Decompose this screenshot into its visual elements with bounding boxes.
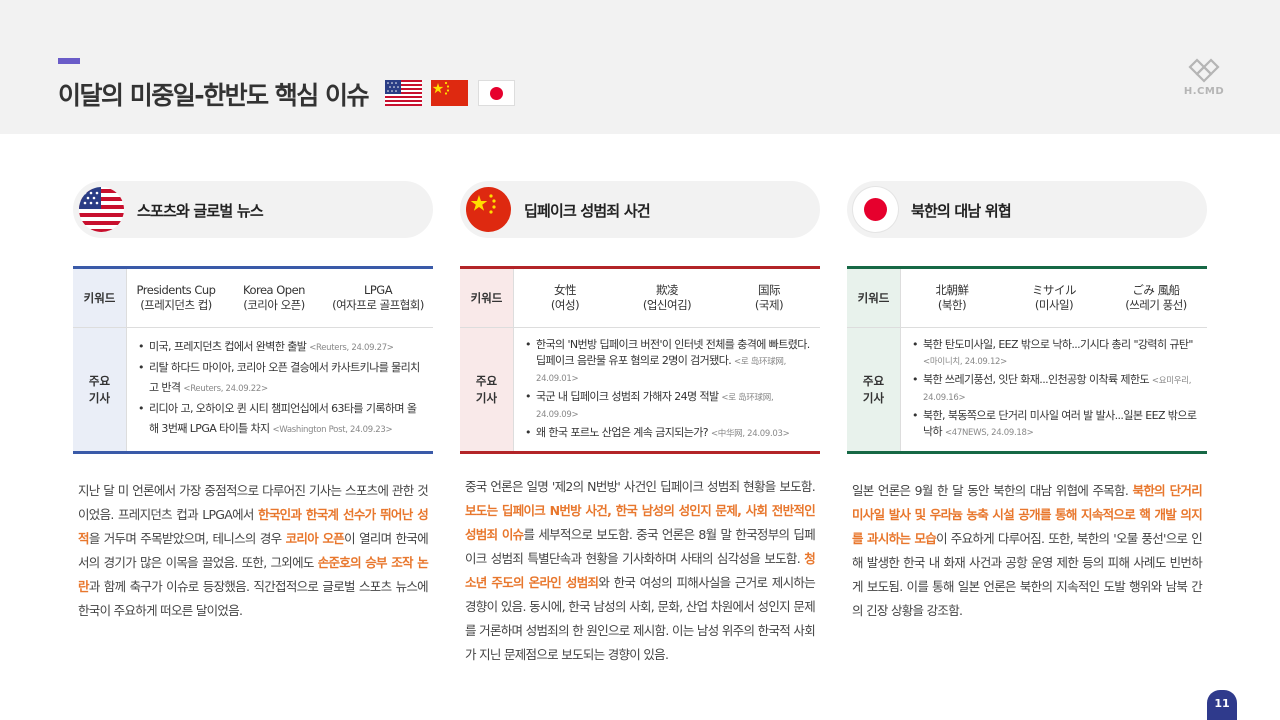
keyword-article-table: 키워드 女性(여성) 欺凌(업신여김) 国际(국제) 주요 기사 한국의 'N번… [460,266,820,454]
keyword-cell: ミサイル (미사일) [1032,283,1077,312]
keyword-cell: 国际 (국제) [754,283,784,312]
column-us: 스포츠와 글로벌 뉴스 키워드 Presidents Cup (프레지던츠 컵) … [73,181,433,618]
us-flag-icon [79,187,124,232]
keyword-cell: 北朝鮮 (북한) [935,283,970,312]
keyword-cell: ごみ 風船 (쓰레기 풍선) [1125,283,1187,312]
keyword-cell: 女性 (여성) [550,283,580,312]
article-item: 국군 내 딥페이크 성범죄 가해자 24명 적발 <로 岛环球网, 24.09.… [525,389,810,423]
column-header-pill: 스포츠와 글로벌 뉴스 [73,181,433,238]
article-item: 한국의 'N번방 딥페이크 버전'이 인터넷 전체를 충격에 빠트렸다. 딥페이… [525,337,810,387]
articles-row: 주요 기사 한국의 'N번방 딥페이크 버전'이 인터넷 전체를 충격에 빠트렸… [460,328,820,451]
summary-text: 일본 언론은 9월 한 달 동안 북한의 대남 위협에 주목함. 북한의 단거리… [852,483,1203,618]
page-title: 이달의 미중일-한반도 핵심 이슈 [58,81,370,110]
articles-label: 주요 기사 [73,328,126,451]
keyword-row: 키워드 Presidents Cup (프레지던츠 컵) Korea Open (코… [73,269,433,328]
china-flag-icon [431,80,468,106]
summary-text: 지난 달 미 언론에서 가장 중점적으로 다루어진 기사는 스포츠에 관한 것이… [78,483,429,618]
article-item: 리디아 고, 오하이오 퀸 시티 챔피언십에서 63타를 기록하며 올해 3번째… [138,399,423,440]
keyword-cell: Korea Open (코리아 오픈) [243,283,305,312]
keyword-article-table: 키워드 Presidents Cup (프레지던츠 컵) Korea Open (코… [73,266,433,454]
articles-row: 주요 기사 미국, 프레지던츠 컵에서 완벽한 출발 <Reuters, 24.… [73,328,433,451]
summary-text: 중국 언론은 일명 '제2의 N번방' 사건인 딥페이크 성범죄 현황을 보도함… [465,479,816,662]
keyword-row: 키워드 女性 (여성) 欺凌 (업신여김) 国际 (국제) [460,269,820,328]
column-header-pill: 딥페이크 성범죄 사건 [460,181,820,238]
japan-flag-icon [853,187,898,232]
article-item: 북한 탄도미사일, EEZ 밖으로 낙하...기시다 총리 "강력히 규탄" <… [912,337,1197,370]
keyword-article-table: 키워드 北朝鮮 (북한) ミサイル (미사일) ごみ 風船 (쓰레기 풍선) 주요 기… [847,266,1207,454]
article-item: 리탈 하다드 마이아, 코리아 오픈 결승에서 카사트키나를 물리치고 반격 <… [138,358,423,399]
logo-text: H.CMD [1183,86,1225,97]
column-title: 스포츠와 글로벌 뉴스 [137,202,264,220]
articles-row: 주요 기사 북한 탄도미사일, EEZ 밖으로 낙하...기시다 총리 "강력히… [847,328,1207,451]
keyword-label: 키워드 [73,269,126,327]
articles-label: 주요 기사 [847,328,900,451]
article-item: 왜 한국 포르노 산업은 계속 금지되는가? <中华网, 24.09.03> [525,425,810,442]
keyword-label: 키워드 [847,269,900,327]
article-item: 북한 쓰레기풍선, 잇단 화재...인천공항 이착륙 제한도 <요미우리, 24… [912,372,1197,406]
column-japan: 북한의 대남 위협 키워드 北朝鮮 (북한) ミサイル (미사일) ごみ 風船 (쓰레… [847,181,1207,618]
company-logo: H.CMD [1183,56,1225,100]
article-list: 북한 탄도미사일, EEZ 밖으로 낙하...기시다 총리 "강력히 규탄" <… [900,328,1207,451]
china-flag-icon [466,187,511,232]
us-flag-icon [385,80,422,106]
column-china: 딥페이크 성범죄 사건 키워드 女性 (여성) 欺凌 (업신여김) 国际 (국제) 주… [460,181,820,662]
keyword-cell: Presidents Cup (프레지던츠 컵) [136,283,216,312]
page-number-badge: 11 [1207,690,1237,720]
japan-flag-icon [478,80,515,106]
column-title: 북한의 대남 위협 [911,202,1012,220]
keyword-cell: LPGA (여자프로 골프협회) [332,283,424,312]
article-list: 미국, 프레지던츠 컵에서 완벽한 출발 <Reuters, 24.09.27>… [126,328,433,451]
keyword-cell: 欺凌 (업신여김) [642,283,692,312]
column-header-pill: 북한의 대남 위협 [847,181,1207,238]
keyword-label: 키워드 [460,269,513,327]
article-item: 미국, 프레지던츠 컵에서 완벽한 출발 <Reuters, 24.09.27> [138,337,423,358]
articles-label: 주요 기사 [460,328,513,451]
header-band: 이달의 미중일-한반도 핵심 이슈 H.CMD [0,0,1280,134]
column-title: 딥페이크 성범죄 사건 [524,202,651,220]
keyword-row: 키워드 北朝鮮 (북한) ミサイル (미사일) ごみ 風船 (쓰레기 풍선) [847,269,1207,328]
article-item: 북한, 북동쪽으로 단거리 미사일 여러 발 발사...일본 EEZ 밖으로 낙… [912,408,1197,441]
article-list: 한국의 'N번방 딥페이크 버전'이 인터넷 전체를 충격에 빠트렸다. 딥페이… [513,328,820,451]
title-accent-bar [58,58,80,64]
